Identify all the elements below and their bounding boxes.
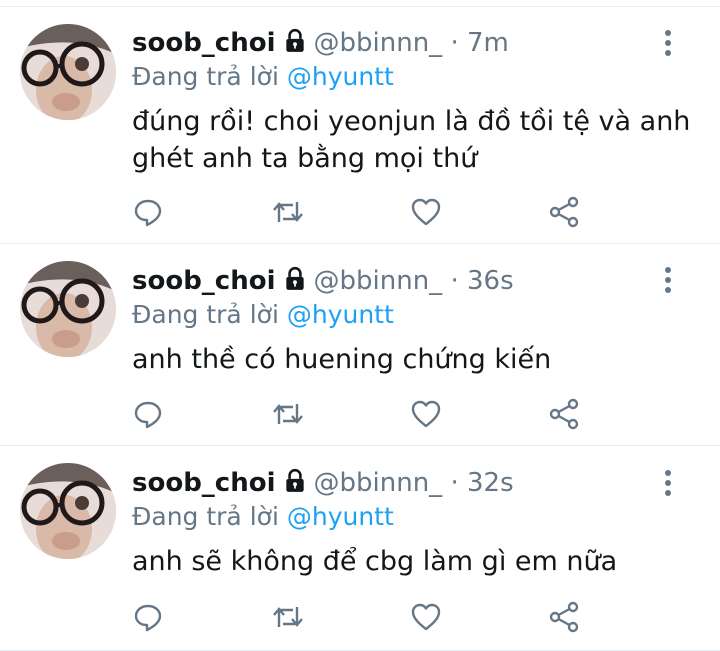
tweet-text: anh sẽ không để cbg làm gì em nữa bbox=[132, 546, 618, 577]
tweet-header: soob_choi @bbinnn_ · 7m bbox=[132, 26, 509, 60]
avatar[interactable] bbox=[20, 24, 116, 120]
reply-context: Đang trả lời @hyuntt bbox=[132, 298, 394, 332]
separator-dot: · bbox=[450, 266, 459, 296]
handle[interactable]: @bbinnn_ bbox=[314, 28, 443, 58]
reply-button[interactable] bbox=[128, 397, 168, 431]
separator-dot: · bbox=[450, 468, 459, 498]
reply-context: Đang trả lời @hyuntt bbox=[132, 60, 394, 94]
timestamp[interactable]: 32s bbox=[467, 468, 514, 498]
reply-mention-link[interactable]: @hyuntt bbox=[287, 300, 394, 329]
display-name[interactable]: soob_choi bbox=[132, 468, 276, 498]
more-vertical-icon[interactable] bbox=[656, 265, 680, 295]
tweet-header: soob_choi @bbinnn_ · 36s bbox=[132, 264, 514, 298]
reply-mention-link[interactable]: @hyuntt bbox=[287, 62, 394, 91]
reply-prefix: Đang trả lời bbox=[132, 62, 287, 91]
avatar[interactable] bbox=[20, 463, 116, 559]
timestamp[interactable]: 36s bbox=[467, 266, 514, 296]
more-vertical-icon[interactable] bbox=[656, 468, 680, 498]
tweet[interactable]: soob_choi @bbinnn_ · 36s Đang trả lời @hy… bbox=[0, 244, 720, 445]
lock-icon bbox=[285, 468, 304, 492]
reply-icon bbox=[134, 401, 162, 429]
share-button[interactable] bbox=[544, 397, 584, 431]
share-icon bbox=[549, 398, 579, 430]
share-button[interactable] bbox=[544, 195, 584, 229]
reply-button[interactable] bbox=[128, 600, 168, 634]
reply-button[interactable] bbox=[128, 195, 168, 229]
like-button[interactable] bbox=[406, 195, 446, 229]
tweet-text: anh thề có huening chứng kiến bbox=[132, 344, 552, 375]
reply-context: Đang trả lời @hyuntt bbox=[132, 500, 394, 534]
retweet-button[interactable] bbox=[268, 397, 308, 431]
retweet-button[interactable] bbox=[268, 600, 308, 634]
handle[interactable]: @bbinnn_ bbox=[314, 266, 443, 296]
reply-mention-link[interactable]: @hyuntt bbox=[287, 502, 394, 531]
reply-prefix: Đang trả lời bbox=[132, 300, 287, 329]
like-icon bbox=[411, 400, 441, 428]
share-icon bbox=[549, 601, 579, 633]
reply-icon bbox=[134, 199, 162, 227]
retweet-icon bbox=[273, 202, 303, 222]
retweet-icon bbox=[273, 607, 303, 627]
share-button[interactable] bbox=[544, 600, 584, 634]
separator-dot: · bbox=[450, 28, 459, 58]
handle[interactable]: @bbinnn_ bbox=[314, 468, 443, 498]
lock-icon bbox=[285, 266, 304, 290]
more-vertical-icon[interactable] bbox=[656, 28, 680, 58]
like-button[interactable] bbox=[406, 397, 446, 431]
timeline: soob_choi @bbinnn_ · 7m Đang trả lời @hyu… bbox=[0, 0, 720, 651]
tweet[interactable]: soob_choi @bbinnn_ · 32s Đang trả lời @hy… bbox=[0, 446, 720, 651]
tweet-text: đúng rồi! choi yeonjun là đồ tồi tệ và a… bbox=[132, 106, 691, 174]
share-icon bbox=[549, 196, 579, 228]
timestamp[interactable]: 7m bbox=[467, 28, 509, 58]
display-name[interactable]: soob_choi bbox=[132, 28, 276, 58]
tweet[interactable]: soob_choi @bbinnn_ · 7m Đang trả lời @hyu… bbox=[0, 0, 720, 243]
like-icon bbox=[411, 603, 441, 631]
display-name[interactable]: soob_choi bbox=[132, 266, 276, 296]
reply-prefix: Đang trả lời bbox=[132, 502, 287, 531]
reply-icon bbox=[134, 604, 162, 632]
retweet-button[interactable] bbox=[268, 195, 308, 229]
lock-icon bbox=[285, 28, 304, 52]
tweet-header: soob_choi @bbinnn_ · 32s bbox=[132, 466, 514, 500]
like-icon bbox=[411, 198, 441, 226]
retweet-icon bbox=[273, 404, 303, 424]
avatar[interactable] bbox=[20, 261, 116, 357]
like-button[interactable] bbox=[406, 600, 446, 634]
